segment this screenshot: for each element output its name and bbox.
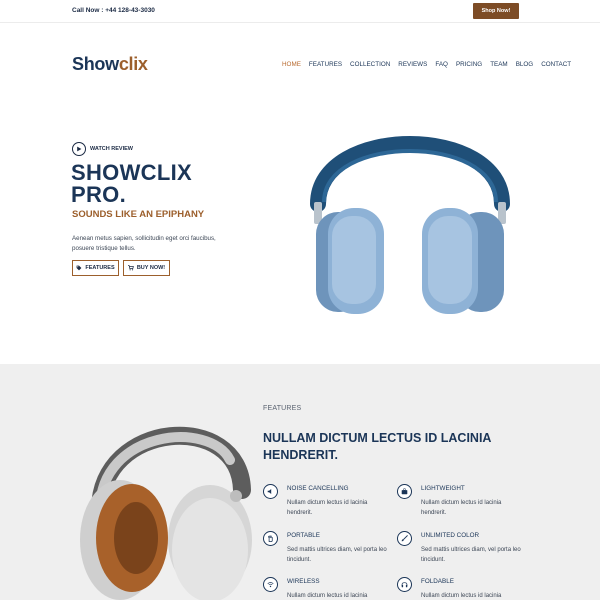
logo-part-show: Show [72,54,119,74]
feature-description: Nullam dictum lectus id lacinia hendreri… [287,500,368,516]
headphones-icon [397,577,412,592]
hero-description: Aenean metus sapien, sollicitudin eget o… [72,235,216,252]
call-now-text: Call Now : +44 128-43-3030 [72,7,155,14]
cart-icon [127,265,134,271]
nav-pricing[interactable]: PRICING [456,61,482,68]
feature-name: WIRELESS [287,578,320,585]
hero-title: SHOWCLIX PRO. [71,160,192,207]
feature-description: Sed mattis ultrices diam, vel porta leo … [287,547,387,563]
feature-name: NOISE CANCELLING [287,485,349,492]
main-nav: HOME FEATURES COLLECTION REVIEWS FAQ PRI… [282,61,579,68]
logo-part-clix: clix [118,54,148,74]
feature-name: FOLDABLE [421,578,454,585]
feature-description: Nullam dictum lectus id lacinia [287,593,368,599]
hero-headphones-image [310,136,510,314]
nav-team[interactable]: TEAM [490,61,508,68]
features-headphones-image [80,426,252,600]
buy-now-button[interactable]: BUY NOW! [123,260,170,276]
nav-contact[interactable]: CONTACT [541,61,571,68]
buy-now-button-label: BUY NOW! [136,265,166,271]
brush-icon [397,531,412,546]
features-title: NULLAM DICTUM LECTUS ID LACINIA HENDRERI… [263,431,491,462]
nav-faq[interactable]: FAQ [435,61,448,68]
wifi-icon [263,577,278,592]
nav-home[interactable]: HOME [282,61,301,68]
nav-features[interactable]: FEATURES [309,61,342,68]
nav-reviews[interactable]: REVIEWS [398,61,427,68]
feature-name: UNLIMITED COLOR [421,532,480,539]
hero-subtitle: SOUNDS LIKE AN EPIPHANY [72,209,205,220]
feature-name: PORTABLE [287,532,321,539]
logo[interactable]: Showclix [72,54,148,75]
feature-description: Sed mattis ultrices diam, vel porta leo … [421,547,521,563]
watch-review-link[interactable]: WATCH REVIEW [72,142,133,156]
tag-icon [76,265,82,271]
watch-review-label: WATCH REVIEW [90,146,133,152]
hand-icon [263,531,278,546]
feature-name: LIGHTWEIGHT [421,485,465,492]
features-button[interactable]: FEATURES [72,260,119,276]
nav-collection[interactable]: COLLECTION [350,61,390,68]
features-kicker: FEATURES [263,405,302,412]
play-icon [72,142,86,156]
feature-description: Nullam dictum lectus id lacinia hendreri… [421,500,502,516]
speaker-icon [263,484,278,499]
features-button-label: FEATURES [85,265,115,271]
shop-now-button[interactable]: Shop Now! [473,3,519,19]
weight-icon [397,484,412,499]
nav-blog[interactable]: BLOG [516,61,534,68]
feature-description: Nullam dictum lectus id lacinia [421,593,502,599]
top-bar: Call Now : +44 128-43-3030 Shop Now! [0,0,600,23]
